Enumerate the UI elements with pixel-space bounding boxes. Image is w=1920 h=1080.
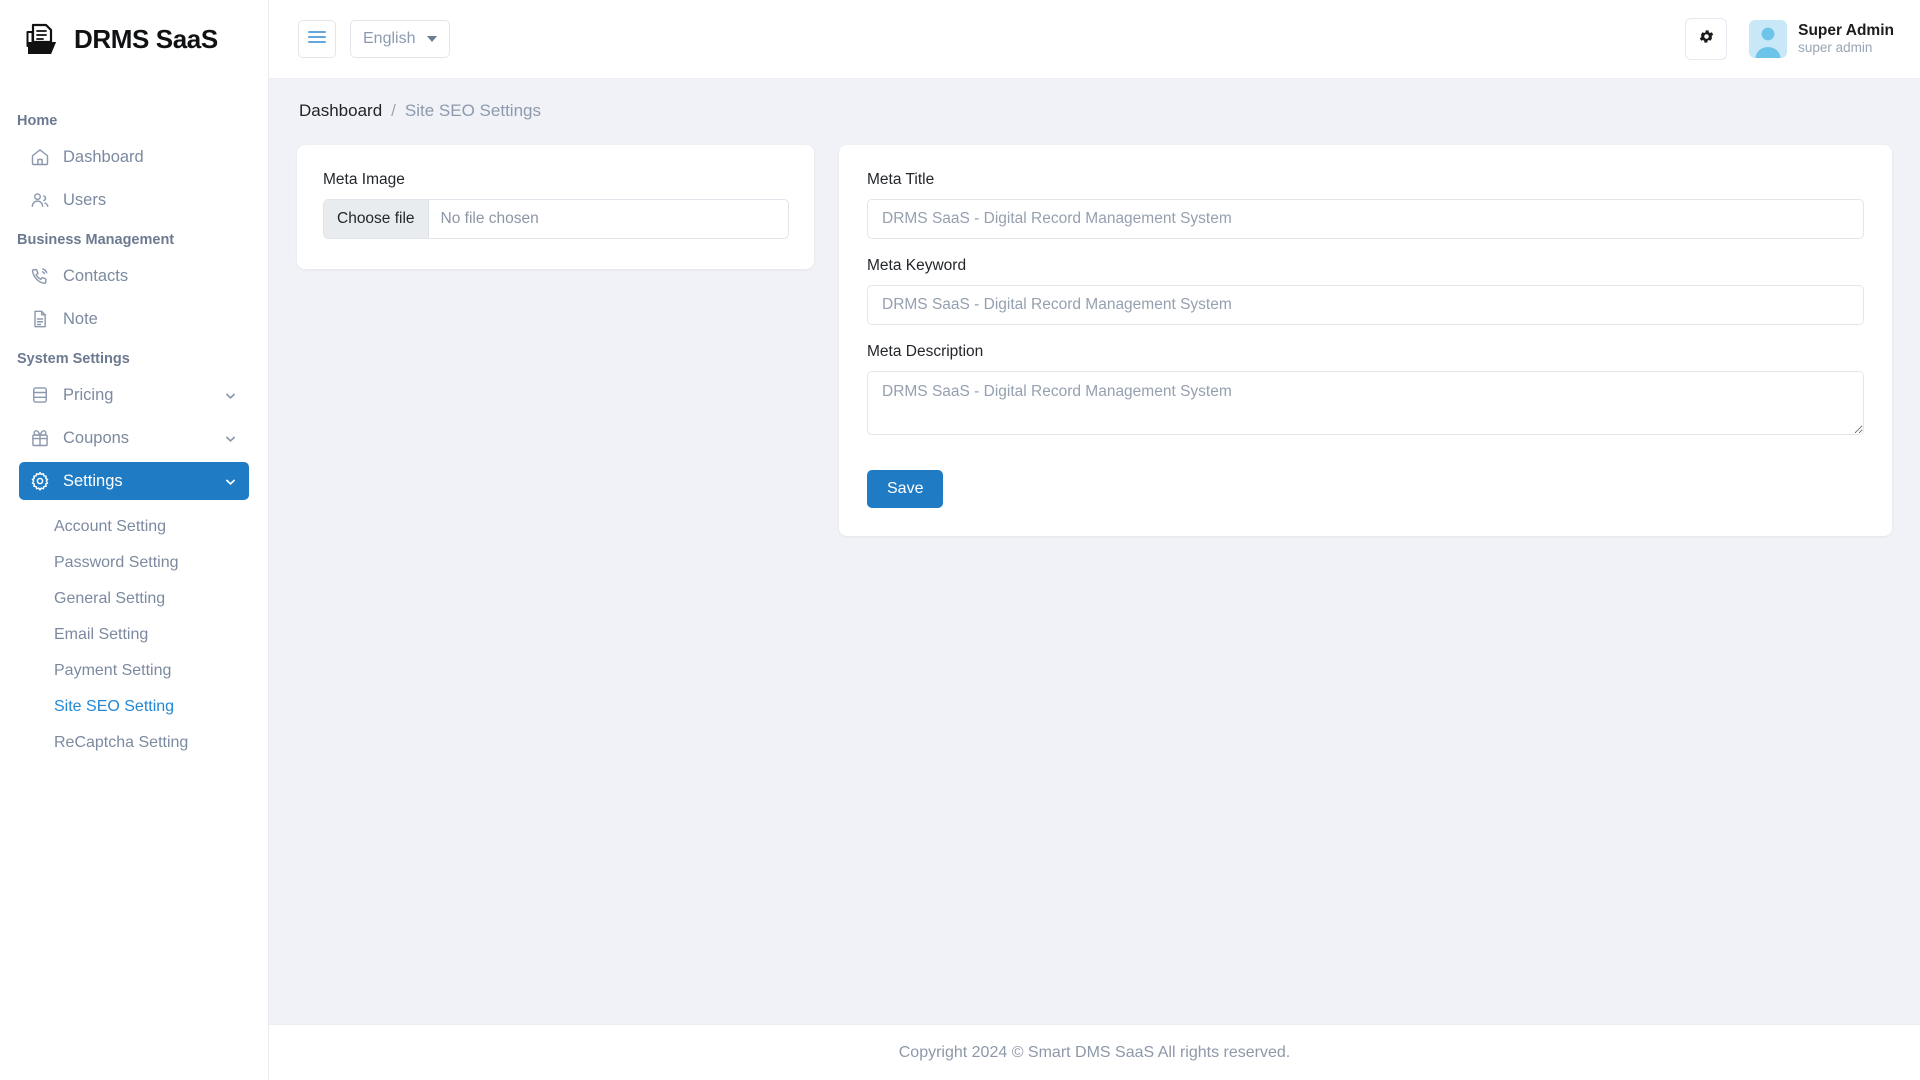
sidebar-subitem-account-setting[interactable]: Account Setting <box>0 509 268 545</box>
sidebar-item-dashboard[interactable]: Dashboard <box>19 138 249 176</box>
sidebar-toggle-button[interactable] <box>298 20 336 58</box>
sidebar-section-system-settings: System Settings <box>0 351 268 367</box>
topbar: English Super A <box>269 0 1920 79</box>
sidebar-item-label: Users <box>63 191 106 210</box>
sidebar-subitem-site-seo-setting[interactable]: Site SEO Setting <box>0 689 268 725</box>
caret-down-icon <box>427 36 437 42</box>
users-icon <box>29 189 51 211</box>
meta-description-label: Meta Description <box>867 343 1864 361</box>
chevron-down-icon <box>224 432 237 445</box>
sidebar-item-label: Pricing <box>63 386 113 405</box>
sidebar-item-label: Contacts <box>63 267 128 286</box>
chevron-down-icon <box>224 475 237 488</box>
user-meta: Super Admin super admin <box>1798 21 1894 57</box>
breadcrumb-current: Site SEO Settings <box>405 101 541 121</box>
sidebar-nav: Home Dashboard <box>0 79 268 761</box>
save-button[interactable]: Save <box>867 470 943 508</box>
gear-icon <box>1698 28 1715 50</box>
footer-copyright: Copyright 2024 © Smart DMS SaaS All righ… <box>899 1044 1291 1062</box>
sidebar-section-home: Home <box>0 113 268 129</box>
user-avatar-icon <box>1749 20 1787 58</box>
settings-submenu: Account Setting Password Setting General… <box>0 505 268 761</box>
sidebar-item-coupons[interactable]: Coupons <box>19 419 249 457</box>
sidebar-item-pricing[interactable]: Pricing <box>19 376 249 414</box>
meta-title-input[interactable] <box>867 199 1864 239</box>
sidebar-item-users[interactable]: Users <box>19 181 249 219</box>
user-name: Super Admin <box>1798 21 1894 40</box>
brand-logo-area[interactable]: DRMS SaaS <box>0 0 268 79</box>
sidebar-subitem-payment-setting[interactable]: Payment Setting <box>0 653 268 689</box>
meta-description-textarea[interactable] <box>867 371 1864 435</box>
chevron-down-icon <box>224 389 237 402</box>
breadcrumb-dashboard[interactable]: Dashboard <box>299 101 382 121</box>
folder-document-icon <box>26 23 64 57</box>
sidebar-item-label: Coupons <box>63 429 129 448</box>
sidebar-item-contacts[interactable]: Contacts <box>19 257 249 295</box>
sidebar: DRMS SaaS Home Dashboard <box>0 0 269 1080</box>
meta-description-group: Meta Description <box>867 343 1864 440</box>
meta-image-label: Meta Image <box>323 171 788 189</box>
seo-fields-card: Meta Title Meta Keyword Meta Description… <box>839 145 1892 536</box>
sidebar-item-settings[interactable]: Settings <box>19 462 249 500</box>
phone-icon <box>29 265 51 287</box>
meta-title-label: Meta Title <box>867 171 1864 189</box>
database-icon <box>29 384 51 406</box>
sidebar-subitem-recaptcha-setting[interactable]: ReCaptcha Setting <box>0 725 268 761</box>
meta-title-group: Meta Title <box>867 171 1864 239</box>
meta-keyword-group: Meta Keyword <box>867 257 1864 325</box>
brand-name: DRMS SaaS <box>74 24 218 55</box>
sidebar-item-label: Dashboard <box>63 148 144 167</box>
note-icon <box>29 308 51 330</box>
seo-settings-row: Meta Image Choose file No file chosen Me… <box>297 145 1892 536</box>
footer: Copyright 2024 © Smart DMS SaaS All righ… <box>269 1024 1920 1080</box>
gift-icon <box>29 427 51 449</box>
meta-image-file-input[interactable]: Choose file No file chosen <box>323 199 789 239</box>
meta-keyword-input[interactable] <box>867 285 1864 325</box>
app-root: DRMS SaaS Home Dashboard <box>0 0 1920 1080</box>
sidebar-item-note[interactable]: Note <box>19 300 249 338</box>
home-icon <box>29 146 51 168</box>
sidebar-subitem-general-setting[interactable]: General Setting <box>0 581 268 617</box>
gear-icon <box>29 470 51 492</box>
sidebar-subitem-password-setting[interactable]: Password Setting <box>0 545 268 581</box>
avatar <box>1749 20 1787 58</box>
language-label: English <box>363 30 415 48</box>
choose-file-button[interactable]: Choose file <box>324 200 429 238</box>
sidebar-item-label: Note <box>63 310 98 329</box>
breadcrumb: Dashboard / Site SEO Settings <box>299 101 1892 121</box>
main-area: English Super A <box>269 0 1920 1080</box>
file-name-text: No file chosen <box>429 200 539 238</box>
sidebar-subitem-email-setting[interactable]: Email Setting <box>0 617 268 653</box>
language-dropdown[interactable]: English <box>350 20 450 58</box>
hamburger-icon <box>308 30 326 49</box>
sidebar-section-business-management: Business Management <box>0 232 268 248</box>
user-role: super admin <box>1798 40 1894 57</box>
user-menu[interactable]: Super Admin super admin <box>1749 20 1894 58</box>
meta-keyword-label: Meta Keyword <box>867 257 1864 275</box>
sidebar-item-label: Settings <box>63 472 123 491</box>
page-content: Dashboard / Site SEO Settings Meta Image… <box>269 79 1920 1024</box>
settings-quick-button[interactable] <box>1685 18 1727 60</box>
breadcrumb-separator: / <box>391 101 396 121</box>
meta-image-card: Meta Image Choose file No file chosen <box>297 145 814 269</box>
